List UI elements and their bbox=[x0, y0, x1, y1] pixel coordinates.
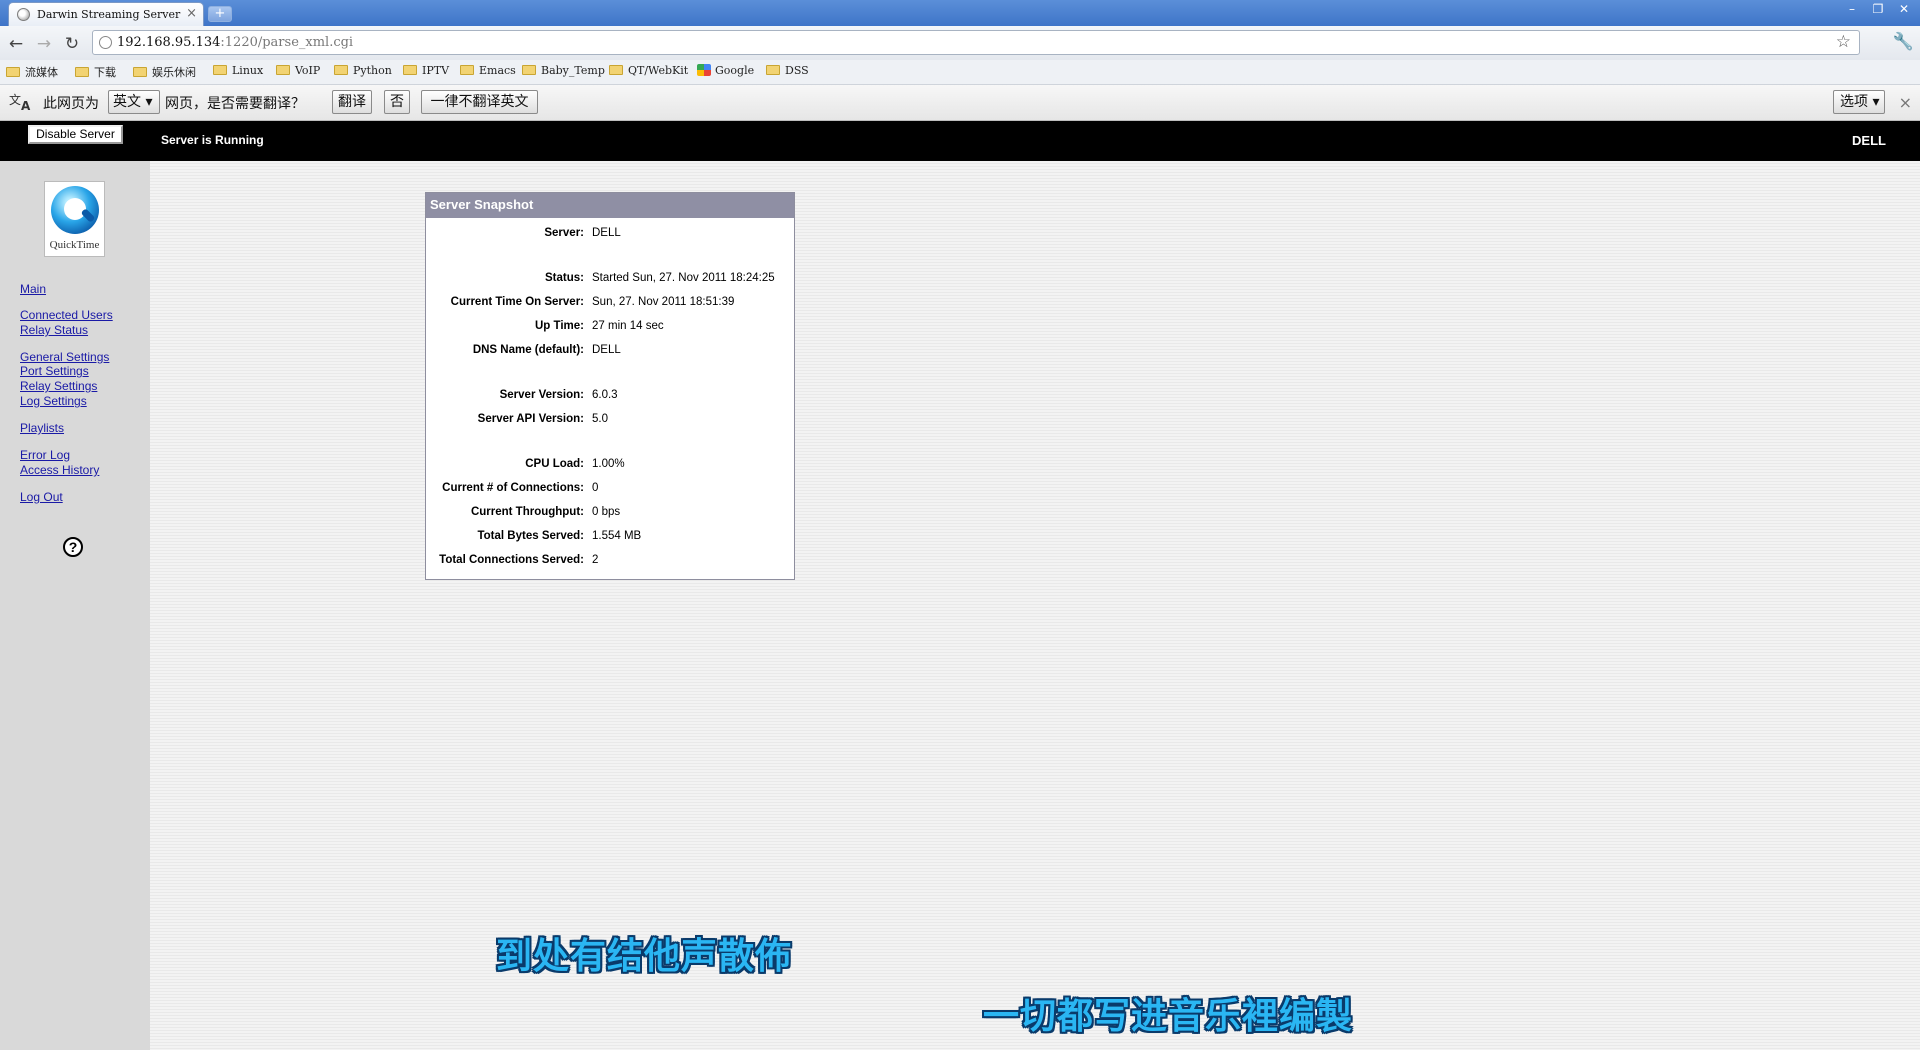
reload-button[interactable]: ↻ bbox=[62, 34, 82, 54]
sidebar-link-access-history[interactable]: Access History bbox=[20, 463, 99, 477]
snapshot-row: Server Version: 6.0.3 bbox=[499, 389, 618, 401]
browser-titlebar: Darwin Streaming Server × + – ❐ ✕ bbox=[0, 0, 1920, 26]
snapshot-row: Server API Version: 5.0 bbox=[477, 413, 608, 425]
folder-icon bbox=[403, 65, 417, 75]
wrench-menu-icon[interactable]: 🔧 bbox=[1893, 32, 1914, 52]
close-window-button[interactable]: ✕ bbox=[1892, 0, 1916, 18]
video-subtitle-line2: 一切都写进音乐裡编製 bbox=[983, 996, 1354, 1037]
snapshot-row: Total Bytes Served: 1.554 MB bbox=[477, 530, 642, 542]
server-snapshot-panel: Server Snapshot Server: DELL Status: Start… bbox=[425, 192, 795, 580]
bookmark-folder[interactable]: 流媒体 bbox=[6, 64, 58, 80]
bookmark-folder[interactable]: Baby_Temp bbox=[522, 64, 605, 77]
bookmark-star-icon[interactable]: ☆ bbox=[1836, 32, 1851, 52]
help-icon[interactable]: ? bbox=[63, 537, 83, 557]
server-topbar: Disable Server Server is Running DELL bbox=[0, 121, 1920, 161]
folder-icon bbox=[522, 65, 536, 75]
video-subtitle-line1: 到处有结他声散佈 bbox=[496, 936, 793, 977]
bookmark-folder[interactable]: DSS bbox=[766, 64, 809, 77]
minimize-window-button[interactable]: – bbox=[1840, 0, 1864, 18]
folder-icon bbox=[460, 65, 474, 75]
folder-icon bbox=[766, 65, 780, 75]
folder-icon bbox=[276, 65, 290, 75]
folder-icon bbox=[133, 67, 147, 77]
bookmark-folder[interactable]: 下载 bbox=[75, 64, 116, 80]
sidebar: QuickTime Main Connected Users Relay Sta… bbox=[0, 161, 150, 1050]
logo-label: QuickTime bbox=[49, 239, 100, 251]
tab-close-icon[interactable]: × bbox=[186, 6, 197, 21]
translate-button[interactable]: 翻译 bbox=[332, 90, 372, 114]
snapshot-row: Up Time: 27 min 14 sec bbox=[535, 320, 664, 332]
sidebar-link-relay-status[interactable]: Relay Status bbox=[20, 323, 88, 337]
bookmarks-bar: 流媒体 下载 娱乐休闲 Linux VoIP Python IPTV Emacs… bbox=[0, 60, 1920, 85]
folder-icon bbox=[609, 65, 623, 75]
folder-icon bbox=[75, 67, 89, 77]
sidebar-link-general-settings[interactable]: General Settings bbox=[20, 350, 109, 364]
globe-icon bbox=[99, 36, 112, 49]
sidebar-link-log-out[interactable]: Log Out bbox=[20, 490, 63, 504]
translate-infobar: 文 A 此网页为 英文 ▾ 网页，是否需要翻译？ 翻译 否 一律不翻译英文 选项… bbox=[0, 85, 1920, 121]
never-translate-button[interactable]: 一律不翻译英文 bbox=[421, 90, 538, 114]
snapshot-row: CPU Load: 1.00% bbox=[525, 458, 625, 470]
snapshot-row: Status: Started Sun, 27. Nov 2011 18:24:2… bbox=[545, 272, 775, 284]
translate-question: 网页，是否需要翻译？ bbox=[165, 96, 305, 112]
no-translate-button[interactable]: 否 bbox=[384, 90, 410, 114]
url-text: 192.168.95.134:1220/parse_xml.cgi bbox=[117, 35, 353, 50]
url-path: :1220/parse_xml.cgi bbox=[220, 35, 354, 50]
sidebar-link-playlists[interactable]: Playlists bbox=[20, 421, 64, 435]
google-icon bbox=[697, 64, 711, 76]
panel-title: Server Snapshot bbox=[426, 193, 794, 218]
snapshot-row: Total Connections Served: 2 bbox=[439, 554, 599, 566]
bookmark-folder[interactable]: VoIP bbox=[276, 64, 320, 77]
bookmark-folder[interactable]: Linux bbox=[213, 64, 263, 77]
snapshot-row: Current Time On Server: Sun, 27. Nov 2011… bbox=[450, 296, 735, 308]
sidebar-link-log-settings[interactable]: Log Settings bbox=[20, 394, 87, 408]
maximize-window-button[interactable]: ❐ bbox=[1866, 0, 1890, 18]
sidebar-link-port-settings[interactable]: Port Settings bbox=[20, 364, 89, 378]
snapshot-row: Server: DELL bbox=[544, 227, 621, 239]
main-content: Server Snapshot Server: DELL Status: Start… bbox=[150, 161, 1920, 1050]
snapshot-row: DNS Name (default): DELL bbox=[472, 344, 621, 356]
back-button[interactable]: ← bbox=[6, 34, 26, 54]
bookmark-google[interactable]: Google bbox=[697, 64, 754, 77]
quicktime-q-icon bbox=[51, 186, 99, 234]
server-status-text: Server is Running bbox=[161, 133, 264, 147]
tab-title: Darwin Streaming Server bbox=[37, 8, 181, 21]
translate-icon: 文 A bbox=[9, 93, 31, 113]
address-bar[interactable]: 192.168.95.134:1220/parse_xml.cgi ☆ bbox=[92, 30, 1860, 55]
snapshot-row: Current Throughput: 0 bps bbox=[470, 506, 621, 518]
snapshot-row: Current # of Connections: 0 bbox=[442, 482, 599, 494]
bookmark-folder[interactable]: Python bbox=[334, 64, 392, 77]
translate-options-button[interactable]: 选项 ▾ bbox=[1833, 90, 1885, 114]
browser-tab[interactable]: Darwin Streaming Server × bbox=[8, 2, 204, 26]
bookmark-folder[interactable]: IPTV bbox=[403, 64, 449, 77]
page-favicon-icon bbox=[17, 8, 30, 21]
disable-server-button[interactable]: Disable Server bbox=[28, 125, 123, 144]
browser-toolbar: ← → ↻ 192.168.95.134:1220/parse_xml.cgi … bbox=[0, 26, 1920, 60]
bookmark-folder[interactable]: Emacs bbox=[460, 64, 516, 77]
language-select[interactable]: 英文 ▾ bbox=[108, 90, 160, 114]
url-host: 192.168.95.134 bbox=[117, 35, 221, 50]
web-page: Disable Server Server is Running DELL Qu… bbox=[0, 121, 1920, 1050]
sidebar-link-main[interactable]: Main bbox=[20, 282, 46, 296]
close-infobar-icon[interactable]: × bbox=[1899, 93, 1912, 112]
sidebar-link-connected-users[interactable]: Connected Users bbox=[20, 308, 113, 322]
new-tab-button[interactable]: + bbox=[208, 6, 232, 22]
server-name-label: DELL bbox=[1852, 133, 1886, 148]
sidebar-link-error-log[interactable]: Error Log bbox=[20, 448, 70, 462]
folder-icon bbox=[213, 65, 227, 75]
folder-icon bbox=[6, 67, 20, 77]
folder-icon bbox=[334, 65, 348, 75]
forward-button[interactable]: → bbox=[34, 34, 54, 54]
bookmark-folder[interactable]: 娱乐休闲 bbox=[133, 64, 196, 80]
quicktime-logo: QuickTime bbox=[44, 181, 105, 257]
sidebar-link-relay-settings[interactable]: Relay Settings bbox=[20, 379, 97, 393]
translate-prefix: 此网页为 bbox=[43, 96, 99, 112]
bookmark-folder[interactable]: QT/WebKit bbox=[609, 64, 688, 77]
